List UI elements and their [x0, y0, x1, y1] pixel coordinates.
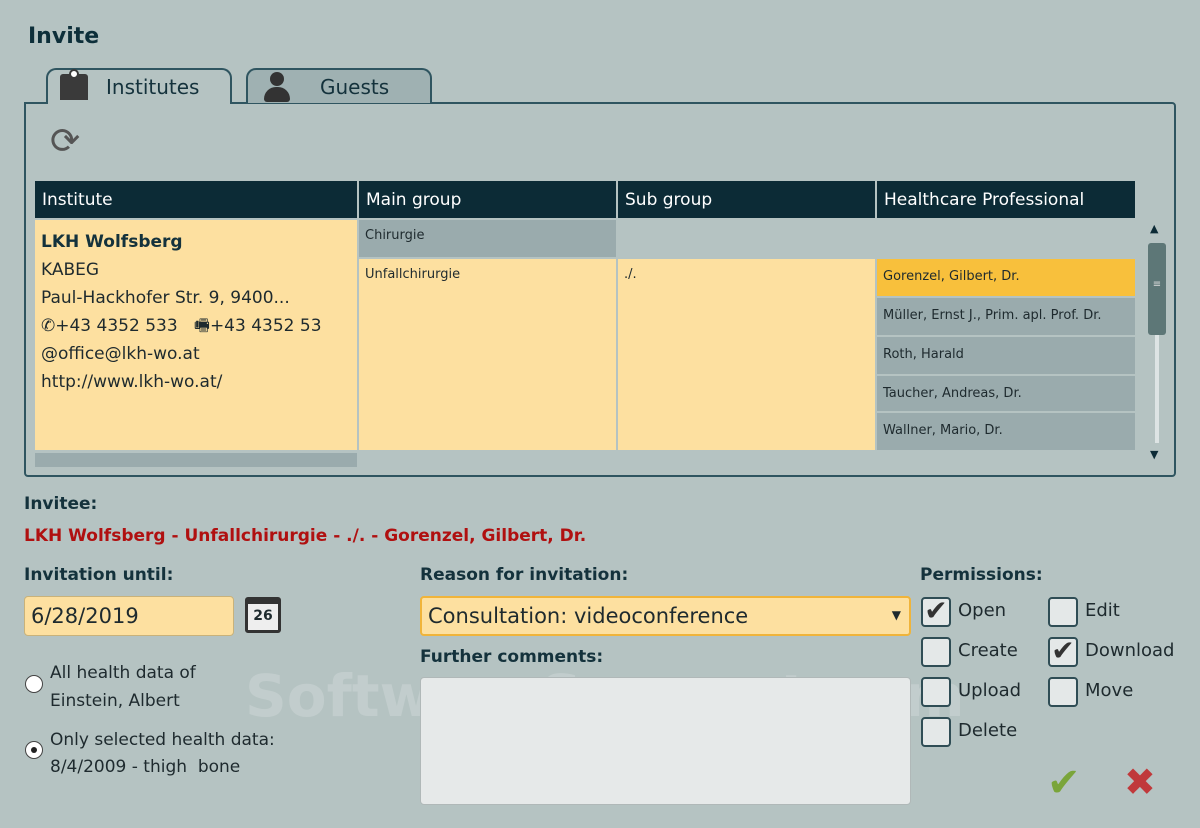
phone-icon: ✆ — [41, 316, 56, 336]
sub-group-cell[interactable]: ./. — [618, 259, 875, 450]
chevron-down-icon: ▼ — [891, 608, 901, 622]
permission-label: Open — [958, 600, 1007, 621]
calendar-icon[interactable]: 26 — [245, 597, 281, 633]
email-icon: @ — [41, 344, 58, 364]
permission-checkbox-open[interactable]: ✔ — [921, 597, 951, 627]
radio-selected-label-line2: 8/4/2009 - thigh bone — [50, 757, 241, 777]
institute-fax: +43 4352 53 — [209, 316, 322, 336]
institute-org: KABEG — [41, 260, 100, 280]
professional-row[interactable]: Roth, Harald — [877, 337, 1135, 374]
permission-checkbox-delete[interactable] — [921, 717, 951, 747]
main-group-unfallchirurgie[interactable]: Unfallchirurgie — [359, 259, 616, 450]
scrollbar-thumb[interactable]: ≡ — [1148, 243, 1166, 335]
permission-checkbox-edit[interactable] — [1048, 597, 1078, 627]
radio-all-label-line2: Einstein, Albert — [50, 691, 180, 711]
reason-label: Reason for invitation: — [420, 565, 629, 585]
tab-guests[interactable]: Guests — [246, 68, 432, 103]
header-main-group[interactable]: Main group — [359, 181, 616, 218]
professional-row[interactable]: Taucher, Andreas, Dr. — [877, 376, 1135, 411]
institute-web: http://www.lkh-wo.at/ — [41, 372, 223, 392]
reason-value: Consultation: videoconference — [428, 604, 749, 628]
radio-selected-health-data[interactable] — [25, 741, 43, 759]
invitee-label: Invitee: — [24, 494, 98, 514]
professional-row[interactable]: Müller, Ernst J., Prim. apl. Prof. Dr. — [877, 298, 1135, 335]
institute-name: LKH Wolfsberg — [41, 232, 183, 252]
scroll-down-icon[interactable]: ▼ — [1150, 448, 1158, 461]
institute-address: Paul-Hackhofer Str. 9, 9400... — [41, 288, 290, 308]
main-group-chirurgie[interactable]: Chirurgie — [359, 220, 616, 257]
scroll-up-icon[interactable]: ▲ — [1150, 222, 1158, 235]
fax-icon: 🖷 — [193, 316, 210, 336]
invitee-value: LKH Wolfsberg - Unfallchirurgie - ./. - … — [24, 526, 587, 546]
next-institute-row[interactable] — [35, 453, 357, 467]
person-icon — [264, 71, 290, 102]
permission-checkbox-create[interactable] — [921, 637, 951, 667]
tab-institutes[interactable]: Institutes — [46, 68, 232, 104]
radio-selected-label-line1: Only selected health data: — [50, 730, 275, 750]
dialog-title: Invite — [28, 24, 100, 49]
radio-selected-label: Only selected health data: 8/4/2009 - thi… — [50, 727, 275, 781]
permission-checkbox-download[interactable]: ✔ — [1048, 637, 1078, 667]
permission-label: Download — [1085, 640, 1175, 661]
institute-cell[interactable]: LKH Wolfsberg KABEG Paul-Hackhofer Str. … — [35, 220, 357, 450]
permission-label: Upload — [958, 680, 1022, 701]
confirm-checkmark-icon[interactable]: ✔ — [1047, 760, 1081, 806]
hospital-icon — [60, 69, 88, 100]
institute-email: office@lkh-wo.at — [58, 344, 200, 364]
header-sub-group[interactable]: Sub group — [618, 181, 875, 218]
permission-label: Edit — [1085, 600, 1120, 621]
permission-label: Delete — [958, 720, 1018, 741]
permission-label: Create — [958, 640, 1018, 661]
permission-label: Move — [1085, 680, 1134, 701]
radio-all-label-line1: All health data of — [50, 663, 196, 683]
permissions-label: Permissions: — [920, 565, 1043, 585]
reason-select[interactable]: Consultation: videoconference ▼ — [420, 596, 911, 636]
comments-label: Further comments: — [420, 647, 604, 667]
header-healthcare-professional[interactable]: Healthcare Professional — [877, 181, 1135, 218]
header-institute[interactable]: Institute — [35, 181, 357, 218]
radio-all-health-data[interactable] — [25, 675, 43, 693]
permission-checkbox-move[interactable] — [1048, 677, 1078, 707]
professional-row[interactable]: Wallner, Mario, Dr. — [877, 413, 1135, 450]
permission-checkbox-upload[interactable] — [921, 677, 951, 707]
cancel-x-icon[interactable]: ✖ — [1124, 760, 1156, 804]
comments-textarea[interactable] — [420, 677, 911, 805]
professional-row-selected[interactable]: Gorenzel, Gilbert, Dr. — [877, 259, 1135, 296]
institute-phone: +43 4352 533 — [55, 316, 178, 336]
date-input[interactable]: 6/28/2019 — [24, 596, 234, 636]
invitation-until-label: Invitation until: — [24, 565, 174, 585]
radio-all-label: All health data of Einstein, Albert — [50, 659, 196, 715]
refresh-icon[interactable]: ⟳ — [50, 122, 80, 162]
